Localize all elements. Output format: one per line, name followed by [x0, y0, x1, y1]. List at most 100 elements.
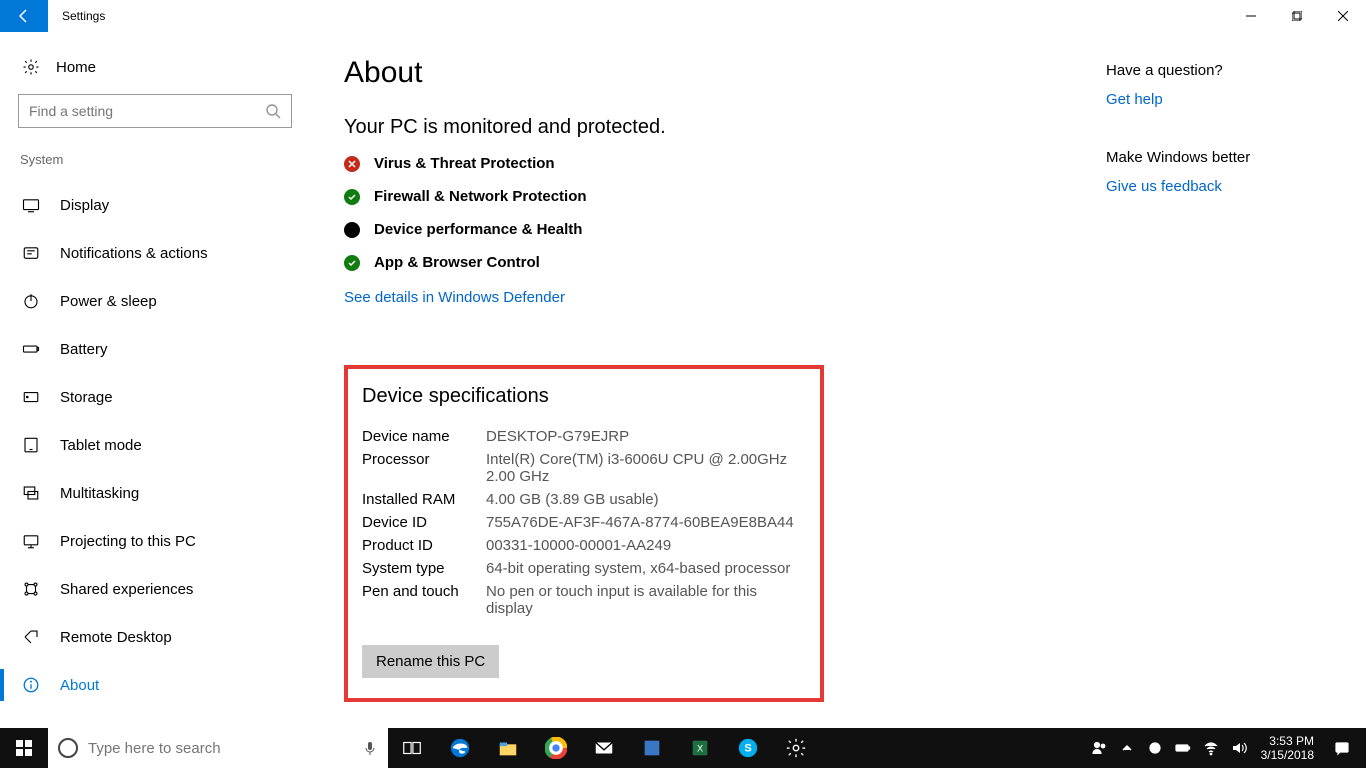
- projecting-icon: [22, 532, 40, 550]
- sidebar-item-home[interactable]: Home: [0, 46, 310, 94]
- spec-pen-touch: Pen and touch No pen or touch input is a…: [362, 583, 806, 617]
- sidebar-item-battery[interactable]: Battery: [0, 325, 310, 373]
- power-icon: [22, 292, 40, 310]
- sidebar-item-projecting[interactable]: Projecting to this PC: [0, 517, 310, 565]
- tray-clock[interactable]: 3:53 PM 3/15/2018: [1253, 734, 1322, 763]
- spec-system-type: System type 64-bit operating system, x64…: [362, 560, 806, 577]
- window-controls: [1228, 0, 1366, 32]
- tray-location-icon[interactable]: [1141, 728, 1169, 768]
- tray-date: 3/15/2018: [1261, 748, 1314, 762]
- sidebar-item-label: Projecting to this PC: [60, 533, 196, 550]
- status-icon-good: [344, 255, 360, 271]
- sidebar-item-multitasking[interactable]: Multitasking: [0, 469, 310, 517]
- sidebar-item-label: Multitasking: [60, 485, 139, 502]
- page-title: About: [344, 56, 1066, 90]
- sidebar-group-label: System: [0, 152, 310, 181]
- minimize-button[interactable]: [1228, 0, 1274, 32]
- spec-device-name: Device name DESKTOP-G79EJRP: [362, 428, 806, 445]
- multitasking-icon: [22, 484, 40, 502]
- close-button[interactable]: [1320, 0, 1366, 32]
- device-specifications: Device specifications Device name DESKTO…: [344, 365, 824, 702]
- protection-label: App & Browser Control: [374, 254, 540, 271]
- sidebar: Home System Display Notifications & acti…: [0, 32, 310, 728]
- rr-question-head: Have a question?: [1106, 62, 1346, 79]
- app-icon-1[interactable]: [628, 728, 676, 768]
- maximize-button[interactable]: [1274, 0, 1320, 32]
- defender-link[interactable]: See details in Windows Defender: [344, 289, 565, 306]
- remote-icon: [22, 628, 40, 646]
- sidebar-item-storage[interactable]: Storage: [0, 373, 310, 421]
- sidebar-item-label: Shared experiences: [60, 581, 193, 598]
- explorer-icon[interactable]: [484, 728, 532, 768]
- sidebar-item-label: Storage: [60, 389, 113, 406]
- system-tray: 3:53 PM 3/15/2018: [1085, 728, 1366, 768]
- sidebar-item-shared[interactable]: Shared experiences: [0, 565, 310, 613]
- chrome-icon[interactable]: [532, 728, 580, 768]
- sidebar-item-label: About: [60, 677, 99, 694]
- get-help-link[interactable]: Get help: [1106, 91, 1163, 108]
- specs-title: Device specifications: [362, 385, 806, 408]
- sidebar-item-label: Battery: [60, 341, 108, 358]
- protection-item: App & Browser Control: [344, 254, 1066, 271]
- sidebar-item-display[interactable]: Display: [0, 181, 310, 229]
- sidebar-item-label: Display: [60, 197, 109, 214]
- protection-label: Firewall & Network Protection: [374, 188, 587, 205]
- edge-icon[interactable]: [436, 728, 484, 768]
- taskbar-search-input[interactable]: [88, 740, 362, 757]
- sidebar-item-power[interactable]: Power & sleep: [0, 277, 310, 325]
- search-input[interactable]: [18, 94, 292, 128]
- svg-text:X: X: [697, 744, 703, 754]
- status-icon-neutral: [344, 222, 360, 238]
- settings-taskbar-icon[interactable]: [772, 728, 820, 768]
- rr-better-head: Make Windows better: [1106, 149, 1346, 166]
- notifications-icon: [22, 244, 40, 262]
- spec-processor: Processor Intel(R) Core(TM) i3-6006U CPU…: [362, 451, 806, 485]
- taskbar-apps: X S: [388, 728, 820, 768]
- mail-icon[interactable]: [580, 728, 628, 768]
- people-icon[interactable]: [1085, 728, 1113, 768]
- sidebar-home-label: Home: [56, 59, 96, 76]
- right-rail: Have a question? Get help Make Windows b…: [1106, 32, 1366, 728]
- start-button[interactable]: [0, 728, 48, 768]
- taskbar-search[interactable]: [48, 728, 388, 768]
- tray-battery-icon[interactable]: [1169, 728, 1197, 768]
- main-content: About Your PC is monitored and protected…: [310, 32, 1106, 728]
- sidebar-item-about[interactable]: About: [0, 661, 310, 709]
- excel-icon[interactable]: X: [676, 728, 724, 768]
- protection-item: Firewall & Network Protection: [344, 188, 1066, 205]
- mic-icon[interactable]: [362, 740, 378, 756]
- sidebar-item-notifications[interactable]: Notifications & actions: [0, 229, 310, 277]
- sidebar-item-label: Power & sleep: [60, 293, 157, 310]
- app-title: Settings: [48, 0, 105, 32]
- sidebar-item-tablet[interactable]: Tablet mode: [0, 421, 310, 469]
- shared-icon: [22, 580, 40, 598]
- back-button[interactable]: [0, 0, 48, 32]
- status-icon-good: [344, 189, 360, 205]
- spec-device-id: Device ID 755A76DE-AF3F-467A-8774-60BEA9…: [362, 514, 806, 531]
- skype-icon[interactable]: S: [724, 728, 772, 768]
- sidebar-nav: Display Notifications & actions Power & …: [0, 181, 310, 709]
- search-field[interactable]: [29, 103, 265, 119]
- tray-volume-icon[interactable]: [1225, 728, 1253, 768]
- rename-pc-button[interactable]: Rename this PC: [362, 645, 499, 678]
- feedback-link[interactable]: Give us feedback: [1106, 178, 1222, 195]
- cortana-icon: [58, 738, 78, 758]
- info-icon: [22, 676, 40, 694]
- sidebar-item-label: Tablet mode: [60, 437, 142, 454]
- protection-item: Virus & Threat Protection: [344, 155, 1066, 172]
- tray-time: 3:53 PM: [1261, 734, 1314, 748]
- taskbar: X S 3:53 PM 3/15/2018: [0, 728, 1366, 768]
- tray-chevron-up-icon[interactable]: [1113, 728, 1141, 768]
- status-icon-bad: [344, 156, 360, 172]
- action-center-icon[interactable]: [1322, 740, 1362, 756]
- protection-label: Device performance & Health: [374, 221, 582, 238]
- sidebar-item-remote[interactable]: Remote Desktop: [0, 613, 310, 661]
- task-view-icon[interactable]: [388, 728, 436, 768]
- tray-wifi-icon[interactable]: [1197, 728, 1225, 768]
- protection-list: Virus & Threat Protection Firewall & Net…: [344, 155, 1066, 271]
- tablet-icon: [22, 436, 40, 454]
- sidebar-item-label: Remote Desktop: [60, 629, 172, 646]
- spec-ram: Installed RAM 4.00 GB (3.89 GB usable): [362, 491, 806, 508]
- protection-heading: Your PC is monitored and protected.: [344, 116, 1066, 139]
- spec-product-id: Product ID 00331-10000-00001-AA249: [362, 537, 806, 554]
